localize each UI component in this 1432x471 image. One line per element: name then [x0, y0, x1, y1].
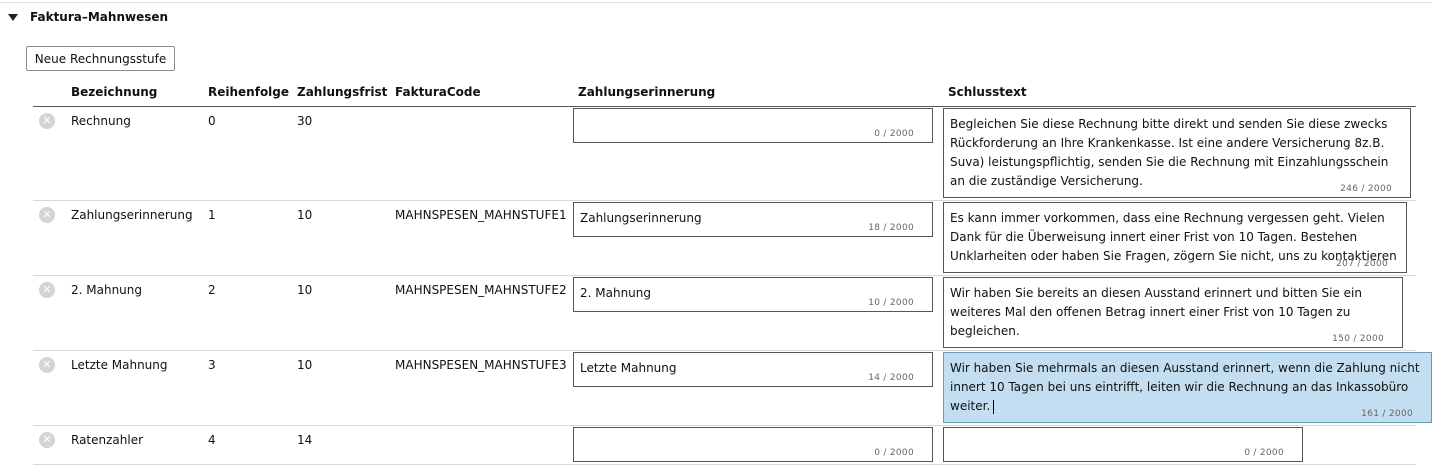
row-fakturacode: MAHNSPESEN_MAHNSTUFE1 — [395, 208, 567, 222]
closing-textarea[interactable]: Begleichen Sie diese Rechnung bitte dire… — [943, 108, 1411, 198]
row-zahlungsfrist: 30 — [297, 114, 313, 128]
collapse-triangle-icon[interactable] — [8, 13, 18, 21]
row-bezeichnung: Letzte Mahnung — [71, 358, 168, 372]
closing-text: Es kann immer vorkommen, dass eine Rechn… — [950, 211, 1397, 263]
reminder-textarea[interactable]: Letzte Mahnung 14 / 2000 — [573, 352, 933, 387]
closing-textarea-focused[interactable]: Wir haben Sie mehrmals an diesen Ausstan… — [943, 352, 1432, 423]
row-divider — [33, 350, 1416, 351]
closing-textarea[interactable]: Es kann immer vorkommen, dass eine Rechn… — [943, 202, 1407, 273]
delete-row-icon[interactable]: ✕ — [39, 113, 55, 129]
row-divider — [33, 425, 1416, 426]
delete-row-icon[interactable]: ✕ — [39, 357, 55, 373]
new-invoice-level-button[interactable]: Neue Rechnungsstufe — [26, 46, 175, 71]
row-zahlungsfrist: 10 — [297, 283, 313, 297]
column-header-reihenfolge[interactable]: Reihenfolge — [208, 85, 289, 99]
column-header-schlusstext[interactable]: Schlusstext — [948, 85, 1027, 99]
closing-char-count: 161 / 2000 — [1361, 409, 1413, 419]
row-divider — [33, 464, 1416, 465]
closing-char-count: 207 / 2000 — [1336, 259, 1388, 269]
row-divider — [33, 275, 1416, 276]
closing-char-count: 0 / 2000 — [1244, 448, 1284, 458]
closing-text: Wir haben Sie mehrmals an diesen Ausstan… — [950, 359, 1425, 416]
delete-row-icon[interactable]: ✕ — [39, 207, 55, 223]
row-reihenfolge: 1 — [208, 208, 216, 222]
row-reihenfolge: 4 — [208, 433, 216, 447]
header-divider — [33, 106, 1416, 107]
row-reihenfolge: 3 — [208, 358, 216, 372]
top-divider — [0, 2, 1432, 3]
row-reihenfolge: 2 — [208, 283, 216, 297]
closing-text: Wir haben Sie bereits an diesen Ausstand… — [950, 286, 1362, 338]
delete-row-icon[interactable]: ✕ — [39, 282, 55, 298]
row-zahlungsfrist: 10 — [297, 208, 313, 222]
reminder-char-count: 10 / 2000 — [868, 298, 914, 308]
reminder-textarea[interactable]: 2. Mahnung 10 / 2000 — [573, 277, 933, 312]
reminder-char-count: 14 / 2000 — [868, 373, 914, 383]
reminder-textarea[interactable]: Zahlungserinnerung 18 / 2000 — [573, 202, 933, 237]
row-divider — [33, 200, 1416, 201]
column-header-zahlungsfrist[interactable]: Zahlungsfrist — [297, 85, 387, 99]
row-fakturacode: MAHNSPESEN_MAHNSTUFE3 — [395, 358, 567, 372]
reminder-char-count: 18 / 2000 — [868, 223, 914, 233]
text-cursor — [993, 399, 995, 414]
closing-text-value: Wir haben Sie mehrmals an diesen Ausstan… — [950, 361, 1420, 413]
row-fakturacode: MAHNSPESEN_MAHNSTUFE2 — [395, 283, 567, 297]
row-bezeichnung: Ratenzahler — [71, 433, 144, 447]
row-zahlungsfrist: 10 — [297, 358, 313, 372]
section-header[interactable]: Faktura–Mahnwesen — [8, 8, 168, 26]
row-reihenfolge: 0 — [208, 114, 216, 128]
row-zahlungsfrist: 14 — [297, 433, 313, 447]
reminder-textarea[interactable]: 0 / 2000 — [573, 427, 933, 462]
row-bezeichnung: 2. Mahnung — [71, 283, 143, 297]
row-bezeichnung: Rechnung — [71, 114, 131, 128]
reminder-textarea[interactable]: 0 / 2000 — [573, 108, 933, 143]
reminder-char-count: 0 / 2000 — [874, 448, 914, 458]
column-header-fakturacode[interactable]: FakturaCode — [395, 85, 481, 99]
closing-textarea[interactable]: Wir haben Sie bereits an diesen Ausstand… — [943, 277, 1403, 348]
delete-row-icon[interactable]: ✕ — [39, 432, 55, 448]
closing-char-count: 150 / 2000 — [1332, 334, 1384, 344]
column-header-zahlungserinnerung[interactable]: Zahlungserinnerung — [578, 85, 715, 99]
closing-text: Begleichen Sie diese Rechnung bitte dire… — [950, 117, 1389, 188]
closing-char-count: 246 / 2000 — [1340, 184, 1392, 194]
column-header-bezeichnung[interactable]: Bezeichnung — [71, 85, 157, 99]
reminder-char-count: 0 / 2000 — [874, 129, 914, 139]
closing-textarea[interactable]: 0 / 2000 — [943, 427, 1303, 462]
section-title: Faktura–Mahnwesen — [30, 10, 169, 24]
row-bezeichnung: Zahlungserinnerung — [71, 208, 193, 222]
